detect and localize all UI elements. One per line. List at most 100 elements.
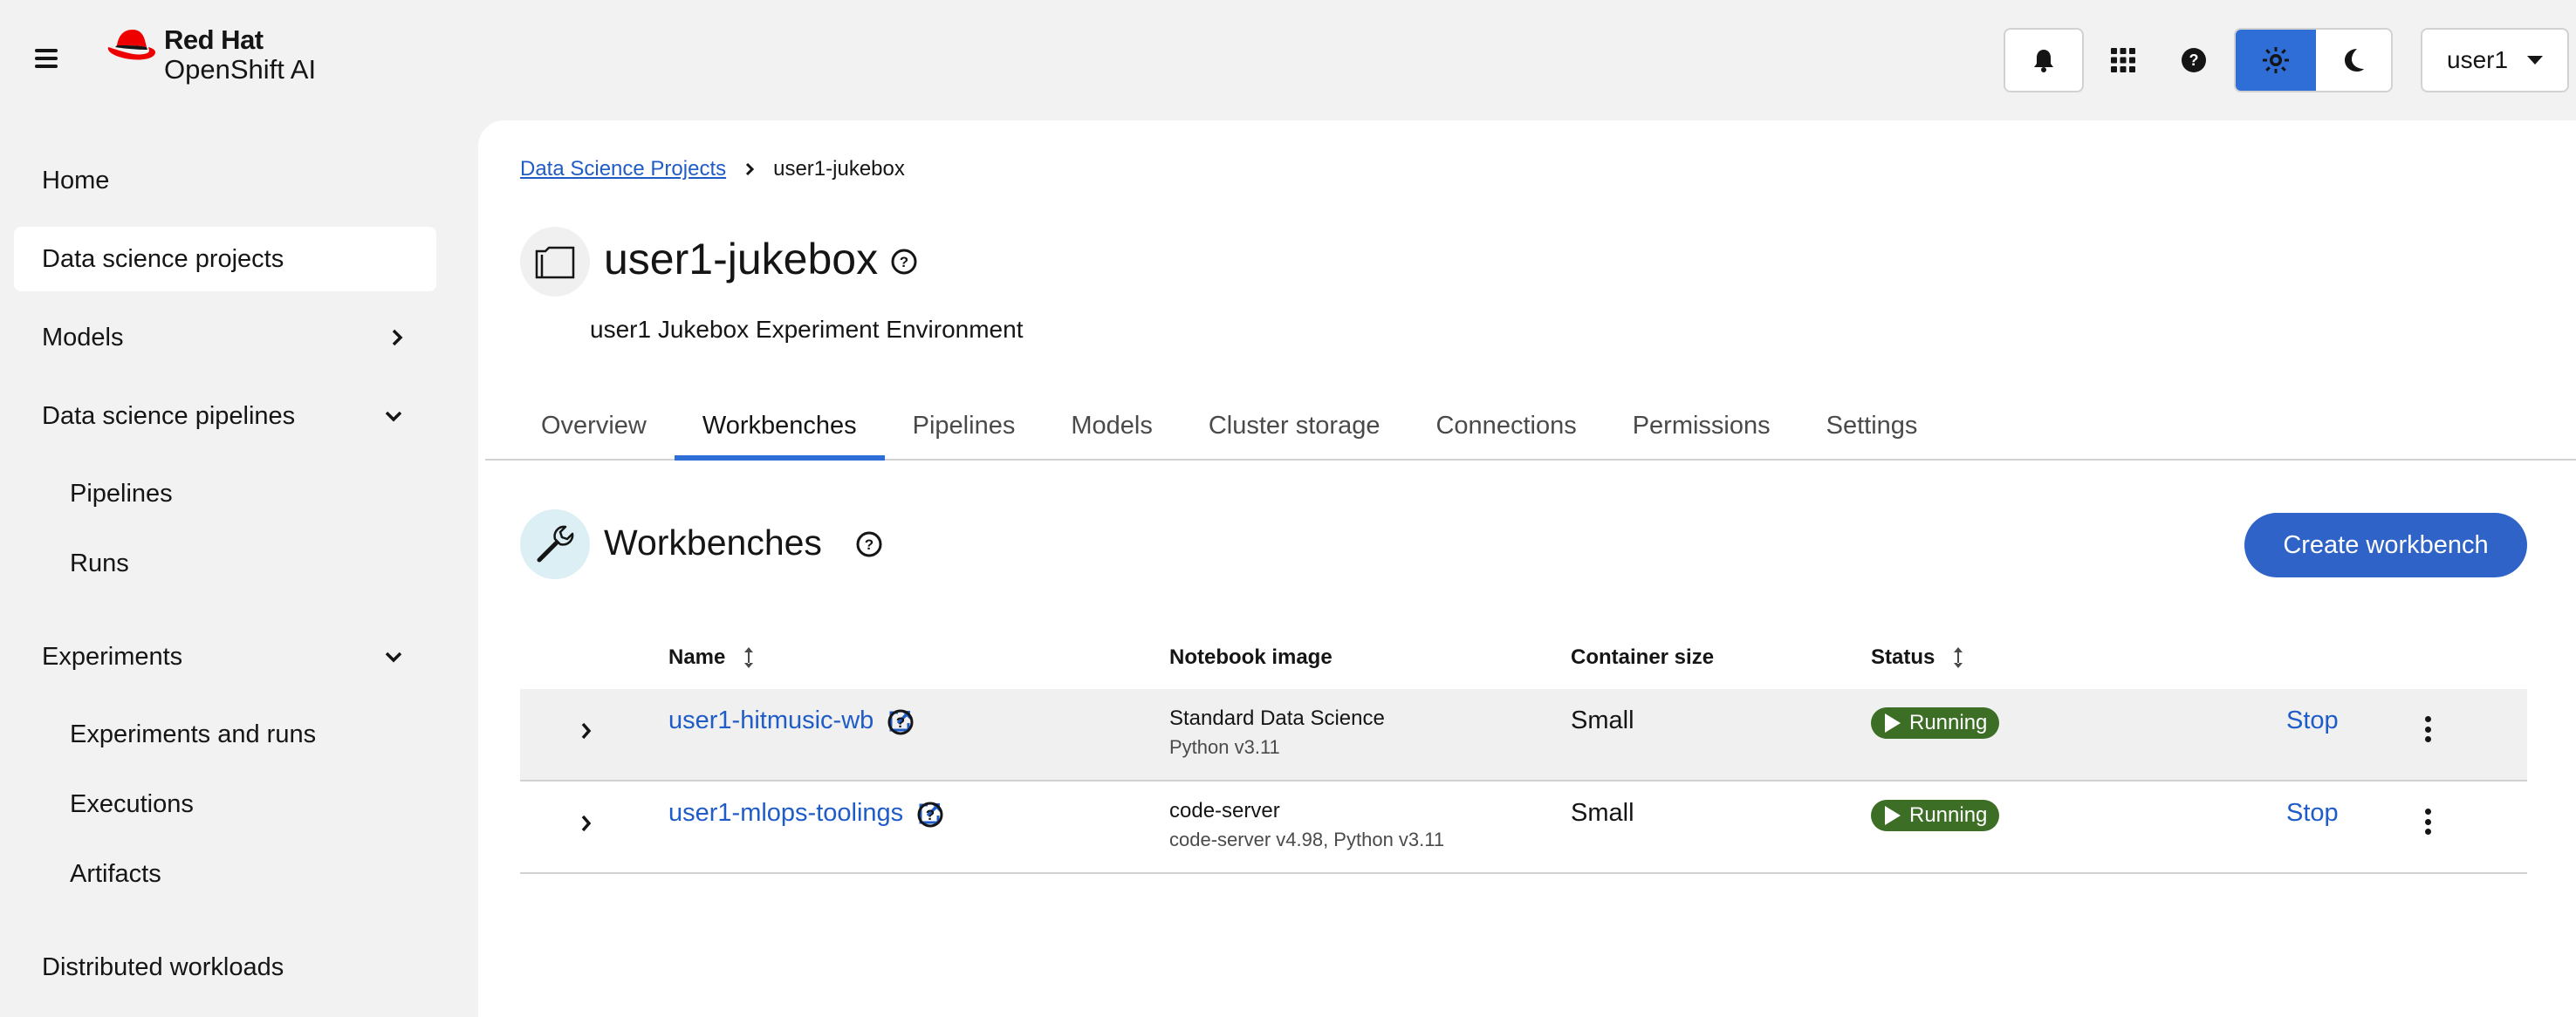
- user-menu[interactable]: user1: [2421, 28, 2569, 92]
- table-row: user1-mlops-toolings ? code-server code-…: [520, 782, 2527, 874]
- help-icon[interactable]: ?: [890, 248, 918, 276]
- column-header-status-label: Status: [1871, 645, 1935, 669]
- project-icon: [520, 227, 590, 297]
- svg-text:?: ?: [865, 536, 874, 553]
- breadcrumb: Data Science Projects user1-jukebox: [520, 157, 905, 181]
- workbench-section-icon: [520, 509, 590, 579]
- status-badge[interactable]: Running: [1871, 707, 2000, 739]
- breadcrumb-current: user1-jukebox: [773, 157, 905, 181]
- column-header-name[interactable]: Name: [668, 645, 755, 670]
- chevron-right-icon[interactable]: [581, 815, 592, 832]
- logo-brand-text: Red Hat: [164, 24, 264, 55]
- help-button[interactable]: ?: [2159, 28, 2229, 92]
- notebook-image-version: code-server v4.98, Python v3.11: [1169, 829, 1445, 850]
- sort-icon: [744, 647, 754, 668]
- svg-text:?: ?: [926, 807, 935, 823]
- folder-icon: [535, 246, 575, 279]
- kebab-menu-icon[interactable]: [2419, 806, 2436, 837]
- breadcrumb-root-link[interactable]: Data Science Projects: [520, 157, 726, 181]
- nav-distributed-workloads[interactable]: Distributed workloads: [14, 935, 436, 1000]
- column-header-status[interactable]: Status: [1871, 645, 1964, 670]
- column-header-image-label: Notebook image: [1169, 645, 1333, 669]
- column-header-image: Notebook image: [1169, 645, 1333, 670]
- column-header-name-label: Name: [668, 645, 726, 669]
- nav-data-science-pipelines-label: Data science pipelines: [42, 401, 296, 430]
- tab-pipelines[interactable]: Pipelines: [885, 392, 1044, 459]
- sort-icon: [1954, 647, 1963, 668]
- table-row: user1-hitmusic-wb ? Standard Data Scienc…: [520, 689, 2527, 782]
- chevron-right-icon: [392, 329, 403, 346]
- nav-runs-label: Runs: [70, 549, 129, 577]
- stop-button[interactable]: Stop: [2286, 706, 2339, 735]
- project-tabs: Overview Workbenches Pipelines Models Cl…: [485, 392, 2576, 461]
- main-content: Data Science Projects user1-jukebox user…: [478, 120, 2576, 1017]
- tab-settings[interactable]: Settings: [1798, 392, 1946, 459]
- notifications-button[interactable]: [2004, 28, 2084, 92]
- status-badge[interactable]: Running: [1871, 800, 2000, 831]
- nav-home-label: Home: [42, 166, 110, 195]
- nav-experiments-and-runs-label: Experiments and runs: [70, 720, 317, 748]
- create-workbench-button[interactable]: Create workbench: [2244, 513, 2527, 577]
- user-name: user1: [2447, 46, 2509, 73]
- wrench-icon: [537, 525, 574, 563]
- column-header-size-label: Container size: [1571, 645, 1715, 669]
- nav-data-science-projects-label: Data science projects: [42, 244, 284, 273]
- chevron-right-icon: [746, 162, 755, 176]
- tab-overview[interactable]: Overview: [513, 392, 675, 459]
- svg-text:?: ?: [900, 254, 908, 270]
- status-label: Running: [1909, 711, 1988, 734]
- logo-product-text: OpenShift AI: [164, 54, 317, 85]
- tab-permissions[interactable]: Permissions: [1605, 392, 1798, 459]
- nav-data-science-projects[interactable]: Data science projects: [14, 227, 436, 291]
- notebook-image-name: code-server: [1169, 799, 1280, 822]
- nav-executions-label: Executions: [70, 789, 194, 818]
- stop-button[interactable]: Stop: [2286, 799, 2339, 828]
- nav-artifacts[interactable]: Artifacts: [14, 846, 436, 902]
- chevron-right-icon[interactable]: [581, 722, 592, 740]
- light-theme-button[interactable]: [2236, 30, 2316, 91]
- theme-toggle: [2234, 28, 2393, 92]
- workbench-name: user1-mlops-toolings: [668, 799, 904, 827]
- nav-experiments-label: Experiments: [42, 642, 183, 671]
- nav-pipelines[interactable]: Pipelines: [14, 466, 436, 522]
- nav-executions[interactable]: Executions: [14, 776, 436, 832]
- nav-models[interactable]: Models: [14, 305, 436, 370]
- svg-text:?: ?: [896, 714, 905, 731]
- nav-experiments[interactable]: Experiments: [14, 625, 436, 689]
- help-icon[interactable]: ?: [887, 708, 915, 736]
- tab-cluster-storage[interactable]: Cluster storage: [1181, 392, 1408, 459]
- app-launcher-button[interactable]: [2087, 28, 2159, 92]
- nav-home[interactable]: Home: [14, 148, 436, 213]
- notebook-image-version: Python v3.11: [1169, 736, 1280, 758]
- svg-text:?: ?: [2189, 51, 2199, 69]
- help-icon: ?: [2182, 48, 2206, 72]
- kebab-menu-icon[interactable]: [2419, 713, 2436, 745]
- redhat-hat-icon: [107, 30, 155, 60]
- chevron-down-icon: [385, 411, 402, 422]
- workbench-link[interactable]: user1-hitmusic-wb: [668, 706, 912, 735]
- app-grid-icon: [2111, 48, 2135, 72]
- nav-pipelines-label: Pipelines: [70, 479, 173, 508]
- notebook-image-name: Standard Data Science: [1169, 706, 1385, 730]
- play-icon: [1885, 713, 1901, 733]
- workbench-link[interactable]: user1-mlops-toolings: [668, 799, 942, 828]
- nav-models-label: Models: [42, 323, 124, 352]
- nav-artifacts-label: Artifacts: [70, 859, 161, 888]
- nav-distributed-workloads-label: Distributed workloads: [42, 952, 284, 981]
- play-icon: [1885, 806, 1901, 825]
- tab-workbenches[interactable]: Workbenches: [674, 392, 885, 461]
- workbench-name: user1-hitmusic-wb: [668, 706, 874, 734]
- help-icon[interactable]: ?: [916, 801, 944, 829]
- nav-experiments-and-runs[interactable]: Experiments and runs: [14, 706, 436, 762]
- hamburger-icon[interactable]: [35, 49, 58, 68]
- help-icon[interactable]: ?: [855, 530, 883, 558]
- dark-theme-button[interactable]: [2316, 30, 2391, 91]
- tab-connections[interactable]: Connections: [1408, 392, 1604, 459]
- caret-down-icon: [2527, 56, 2543, 65]
- tab-models[interactable]: Models: [1043, 392, 1181, 459]
- container-size: Small: [1571, 706, 1634, 734]
- section-title: Workbenches: [604, 522, 822, 563]
- nav-data-science-pipelines[interactable]: Data science pipelines: [14, 384, 436, 448]
- redhat-logo[interactable]: Red Hat OpenShift AI: [105, 26, 316, 83]
- nav-runs[interactable]: Runs: [14, 536, 436, 591]
